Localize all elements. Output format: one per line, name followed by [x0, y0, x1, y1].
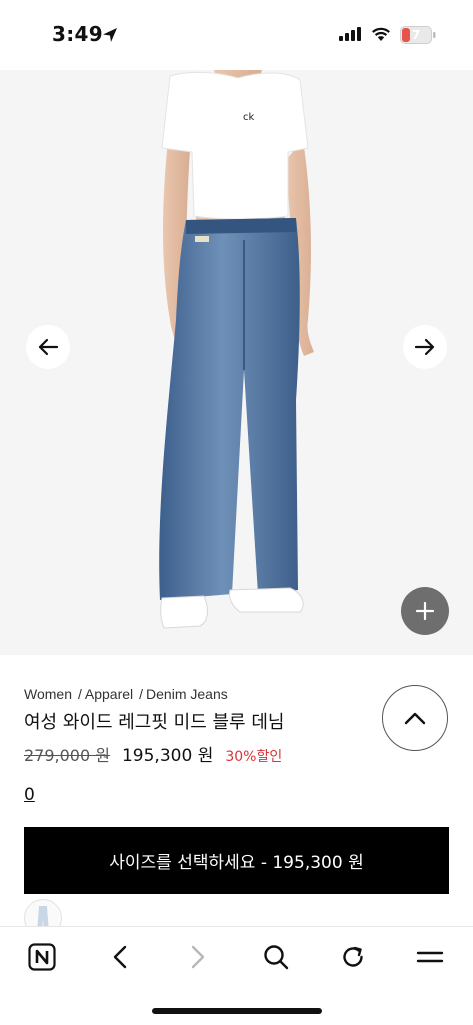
- discount-label: 30%할인: [225, 749, 283, 765]
- zoom-image-button[interactable]: [401, 587, 449, 635]
- collapse-details-button[interactable]: [382, 685, 448, 751]
- home-indicator: [152, 1008, 322, 1014]
- breadcrumb: Women / Apparel / Denim Jeans: [24, 686, 228, 702]
- battery-level: 7: [411, 28, 421, 42]
- breadcrumb-item-women[interactable]: Women: [24, 686, 72, 702]
- location-arrow-icon: [103, 28, 117, 42]
- forward-button[interactable]: [182, 941, 214, 973]
- browser-toolbar: [0, 926, 473, 1025]
- reload-icon: [343, 946, 363, 967]
- sale-price: 195,300 원: [121, 746, 214, 766]
- cellular-signal-icon: [339, 27, 361, 41]
- product-image-carousel[interactable]: ck: [0, 70, 473, 655]
- status-bar: 3:49 7: [0, 0, 473, 70]
- product-title: 여성 와이드 레그핏 미드 블루 데님: [24, 712, 285, 733]
- breadcrumb-item-apparel[interactable]: Apparel: [85, 686, 133, 702]
- search-button[interactable]: [260, 941, 292, 973]
- breadcrumb-separator: /: [139, 686, 144, 702]
- chevron-up-icon: [404, 712, 426, 725]
- breadcrumb-separator: /: [77, 686, 82, 702]
- select-size-button[interactable]: 사이즈를 선택하세요 - 195,300 원: [24, 827, 449, 894]
- product-photo: ck: [159, 70, 314, 629]
- breadcrumb-item-denim-jeans[interactable]: Denim Jeans: [146, 686, 228, 702]
- menu-icon: [416, 951, 444, 963]
- carousel-prev-button[interactable]: [26, 325, 70, 369]
- reload-button[interactable]: [337, 941, 369, 973]
- status-time: 3:49: [52, 22, 103, 46]
- n-logo-icon: [28, 943, 56, 971]
- search-icon: [264, 945, 289, 970]
- carousel-next-button[interactable]: [403, 325, 447, 369]
- arrow-left-icon: [38, 338, 59, 356]
- svg-text:ck: ck: [243, 112, 254, 123]
- forward-icon: [191, 945, 205, 969]
- back-button[interactable]: [104, 941, 136, 973]
- arrow-right-icon: [414, 338, 435, 356]
- review-count-link[interactable]: 0: [24, 785, 35, 805]
- plus-icon: [415, 601, 435, 621]
- home-n-button[interactable]: [26, 941, 58, 973]
- menu-button[interactable]: [414, 941, 446, 973]
- wifi-icon: [372, 27, 390, 41]
- original-price: 279,000 원: [24, 746, 110, 765]
- price-row: 279,000 원 195,300 원 30%할인: [24, 741, 282, 766]
- back-icon: [113, 945, 127, 969]
